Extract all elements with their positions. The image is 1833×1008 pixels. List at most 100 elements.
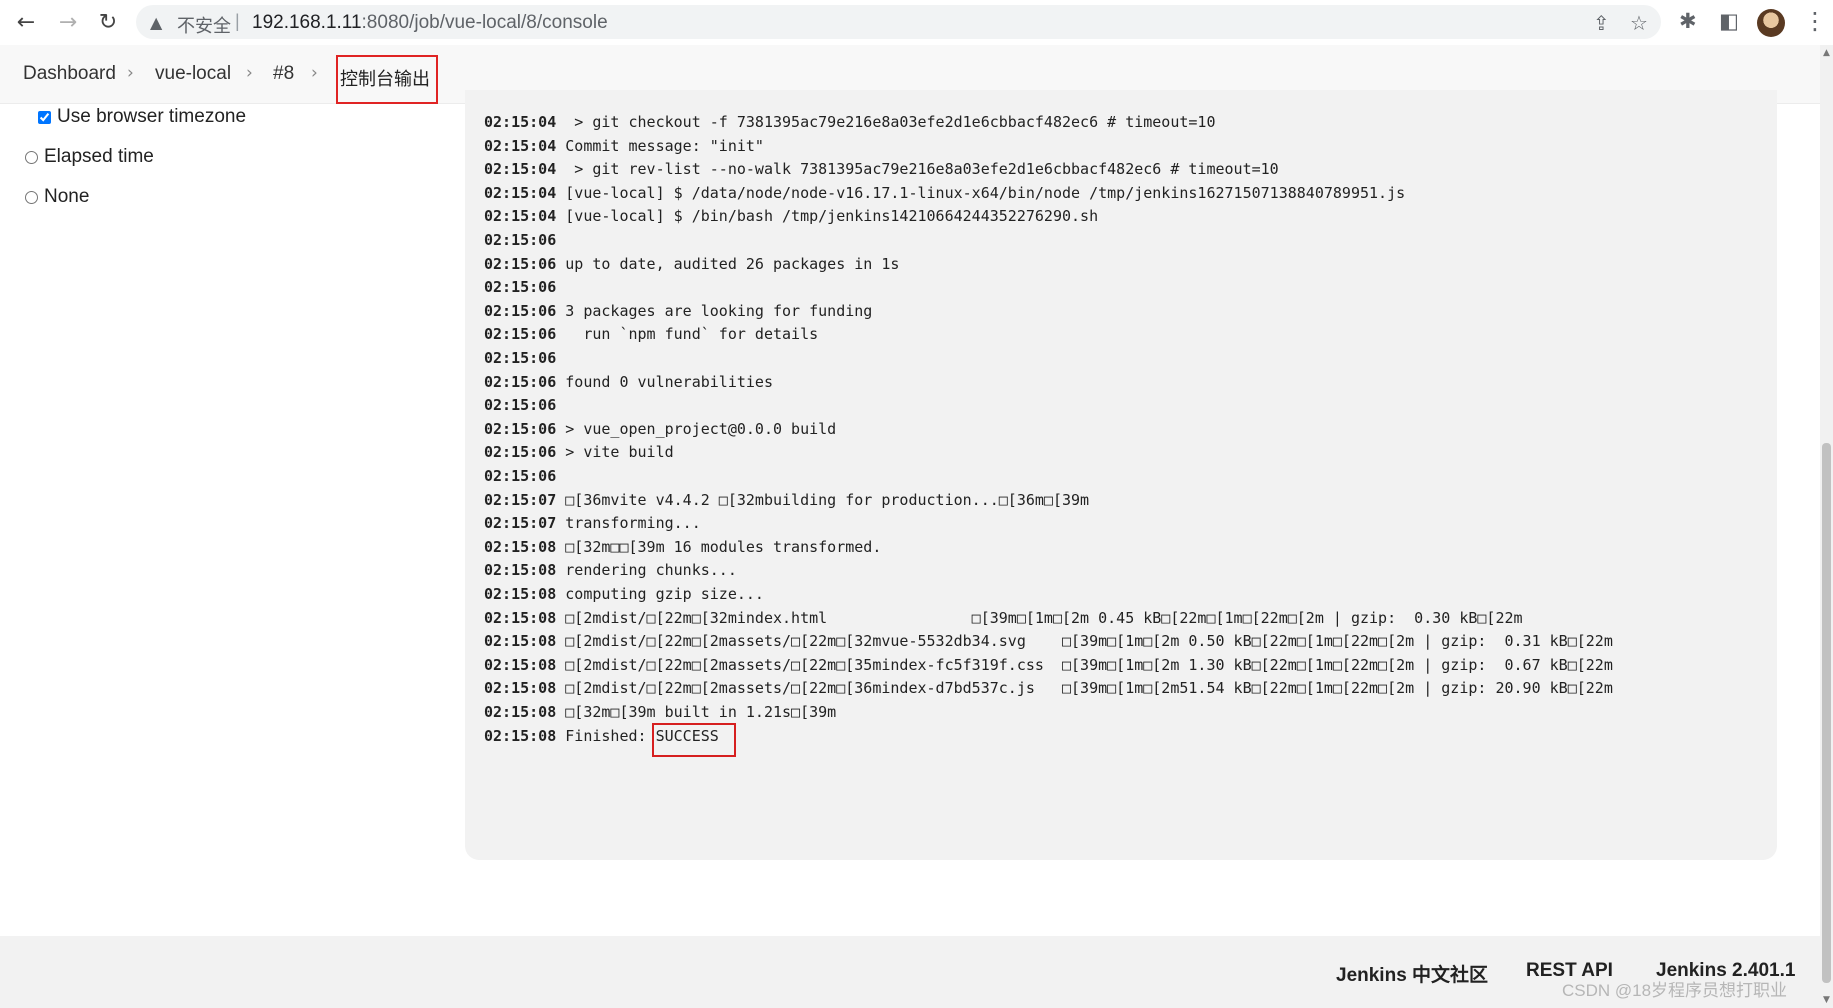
use-browser-timezone-label: Use browser timezone [57, 106, 247, 127]
console-timestamp: 02:15:06 [484, 419, 557, 438]
elapsed-time-radio[interactable] [25, 150, 38, 164]
console-line: 02:15:08 rendering chunks... [484, 561, 737, 579]
console-timestamp: 02:15:08 [484, 703, 557, 721]
url-text[interactable]: 192.168.1.11:8080/job/vue-local/8/consol… [252, 12, 608, 34]
console-line: 02:15:08 □[2mdist/□[22m□[2massets/□[22m□… [484, 656, 1613, 674]
console-text: computing gzip size... [565, 585, 764, 603]
console-text: up to date, audited 26 packages in 1s [565, 254, 900, 273]
console-line: 02:15:06 up to date, audited 26 packages… [484, 255, 899, 273]
console-timestamp: 02:15:08 [484, 726, 557, 745]
console-line: 02:15:06 found 0 vulnerabilities [484, 373, 773, 391]
use-browser-timezone-checkbox[interactable] [38, 110, 51, 124]
console-timestamp: 02:15:06 [484, 325, 557, 344]
console-timestamp: 02:15:06 [484, 372, 557, 391]
scroll-thumb[interactable] [1822, 443, 1831, 983]
url-path: :8080/job/vue-local/8/console [361, 12, 608, 33]
console-timestamp: 02:15:06 [484, 349, 557, 367]
console-timestamp: 02:15:04 [484, 113, 557, 131]
menu-icon[interactable]: ⋮ [1803, 7, 1827, 35]
console-line: 02:15:06 3 packages are looking for fund… [484, 302, 872, 320]
breadcrumb-build[interactable]: #8 [273, 63, 294, 85]
elapsed-time-option[interactable]: Elapsed time [25, 146, 154, 168]
console-line: 02:15:08 computing gzip size... [484, 585, 764, 603]
console-timestamp: 02:15:08 [484, 537, 557, 556]
footer-community-link[interactable]: Jenkins 中文社区 [1336, 960, 1488, 987]
console-timestamp: 02:15:06 [484, 301, 557, 320]
console-timestamp: 02:15:08 [484, 608, 557, 627]
console-timestamp: 02:15:08 [484, 585, 557, 603]
back-icon[interactable]: ← [12, 9, 40, 37]
console-text: □[2mdist/□[22m□[2massets/□[22m□[36mindex… [565, 679, 1613, 698]
profile-avatar[interactable] [1757, 9, 1785, 37]
console-line: 02:15:04 > git rev-list --no-walk 738139… [484, 160, 1279, 178]
elapsed-time-label: Elapsed time [44, 146, 154, 167]
insecure-label[interactable]: 不安全 [177, 12, 231, 38]
console-line: 02:15:06 run `npm fund` for details [484, 325, 818, 343]
console-text: [vue-local] $ /data/node/node-v16.17.1-l… [565, 183, 1406, 202]
console-timestamp: 02:15:06 [484, 467, 557, 485]
console-timestamp: 02:15:07 [484, 514, 557, 533]
success-highlight [652, 723, 736, 757]
console-line: 02:15:06 [484, 349, 565, 367]
console-text: > vite build [565, 443, 674, 462]
console-line: 02:15:06 [484, 467, 565, 485]
breadcrumb-current-highlight: 控制台输出 [336, 55, 438, 104]
console-text: [vue-local] $ /bin/bash /tmp/jenkins1421… [565, 207, 1099, 226]
scroll-up-icon[interactable]: ▲ [1820, 48, 1833, 58]
console-line: 02:15:06 [484, 396, 565, 414]
watermark: CSDN @18岁程序员想打职业 [1562, 981, 1788, 1000]
console-text: □[2mdist/□[22m□[2massets/□[22m□[32mvue-5… [565, 632, 1613, 651]
console-timestamp: 02:15:04 [484, 160, 557, 179]
console-text: □[32m□□[39m 16 modules transformed. [565, 537, 882, 556]
console-timestamp: 02:15:06 [484, 231, 557, 249]
warning-icon[interactable]: ▲ [150, 13, 162, 32]
address-bar[interactable]: ▲ 不安全 | 192.168.1.11:8080/job/vue-local/… [136, 5, 1661, 39]
extensions-icon[interactable]: ✱ [1679, 9, 1697, 33]
console-timestamp: 02:15:07 [484, 490, 557, 509]
url-host: 192.168.1.11 [252, 12, 362, 33]
chevron-right-icon: › [246, 63, 253, 83]
chevron-right-icon: › [127, 63, 134, 83]
url-separator: | [235, 11, 240, 31]
console-timestamp: 02:15:08 [484, 632, 557, 651]
console-line: 02:15:08 □[2mdist/□[22m□[32mindex.html □… [484, 609, 1523, 627]
breadcrumb-job[interactable]: vue-local [155, 63, 231, 85]
console-line: 02:15:08 □[2mdist/□[22m□[2massets/□[22m□… [484, 632, 1613, 650]
console-line: 02:15:06 [484, 231, 565, 249]
console-text: 3 packages are looking for funding [565, 301, 873, 320]
console-line: 02:15:06 > vite build [484, 443, 674, 461]
none-radio[interactable] [25, 190, 38, 204]
console-timestamp: 02:15:04 [484, 207, 557, 226]
forward-icon[interactable]: → [54, 9, 82, 37]
sidepanel-icon[interactable]: ◧ [1719, 9, 1739, 33]
none-label: None [44, 186, 90, 207]
console-timestamp: 02:15:04 [484, 183, 557, 202]
browser-toolbar: ← → ↻ ▲ 不安全 | 192.168.1.11:8080/job/vue-… [0, 0, 1833, 46]
console-timestamp: 02:15:08 [484, 679, 557, 698]
use-browser-timezone-option[interactable]: Use browser timezone [38, 106, 246, 128]
console-line: 02:15:06 > vue_open_project@0.0.0 build [484, 420, 836, 438]
reload-icon[interactable]: ↻ [94, 9, 122, 37]
console-text: rendering chunks... [565, 561, 737, 580]
share-icon[interactable]: ⇪ [1593, 11, 1610, 35]
breadcrumb-console-output[interactable]: 控制台输出 [340, 65, 430, 91]
footer: Jenkins 中文社区 REST API Jenkins 2.401.1 [0, 936, 1820, 1008]
page-scrollbar[interactable]: ▲ ▼ [1820, 45, 1833, 1008]
console-text: > git rev-list --no-walk 7381395ac79e216… [565, 160, 1279, 179]
console-line: 02:15:08 □[32m□[39m built in 1.21s□[39m [484, 703, 836, 721]
console-timestamp: 02:15:08 [484, 655, 557, 674]
breadcrumb-dashboard[interactable]: Dashboard [23, 63, 116, 85]
console-text: Commit message: "init" [565, 136, 764, 155]
scroll-down-icon[interactable]: ▼ [1820, 995, 1833, 1005]
console-line: 02:15:04 > git checkout -f 7381395ac79e2… [484, 113, 1216, 131]
console-text: > git checkout -f 7381395ac79e216e8a03ef… [565, 113, 1216, 131]
console-line: 02:15:07 transforming... [484, 514, 701, 532]
console-line: 02:15:04 [vue-local] $ /bin/bash /tmp/je… [484, 207, 1098, 225]
console-line: 02:15:06 [484, 278, 565, 296]
chevron-right-icon: › [311, 63, 318, 83]
console-timestamp: 02:15:08 [484, 561, 557, 580]
console-timestamp: 02:15:04 [484, 136, 557, 155]
console-line: 02:15:08 □[32m□□[39m 16 modules transfor… [484, 538, 881, 556]
none-option[interactable]: None [25, 186, 89, 208]
star-icon[interactable]: ☆ [1630, 11, 1648, 35]
